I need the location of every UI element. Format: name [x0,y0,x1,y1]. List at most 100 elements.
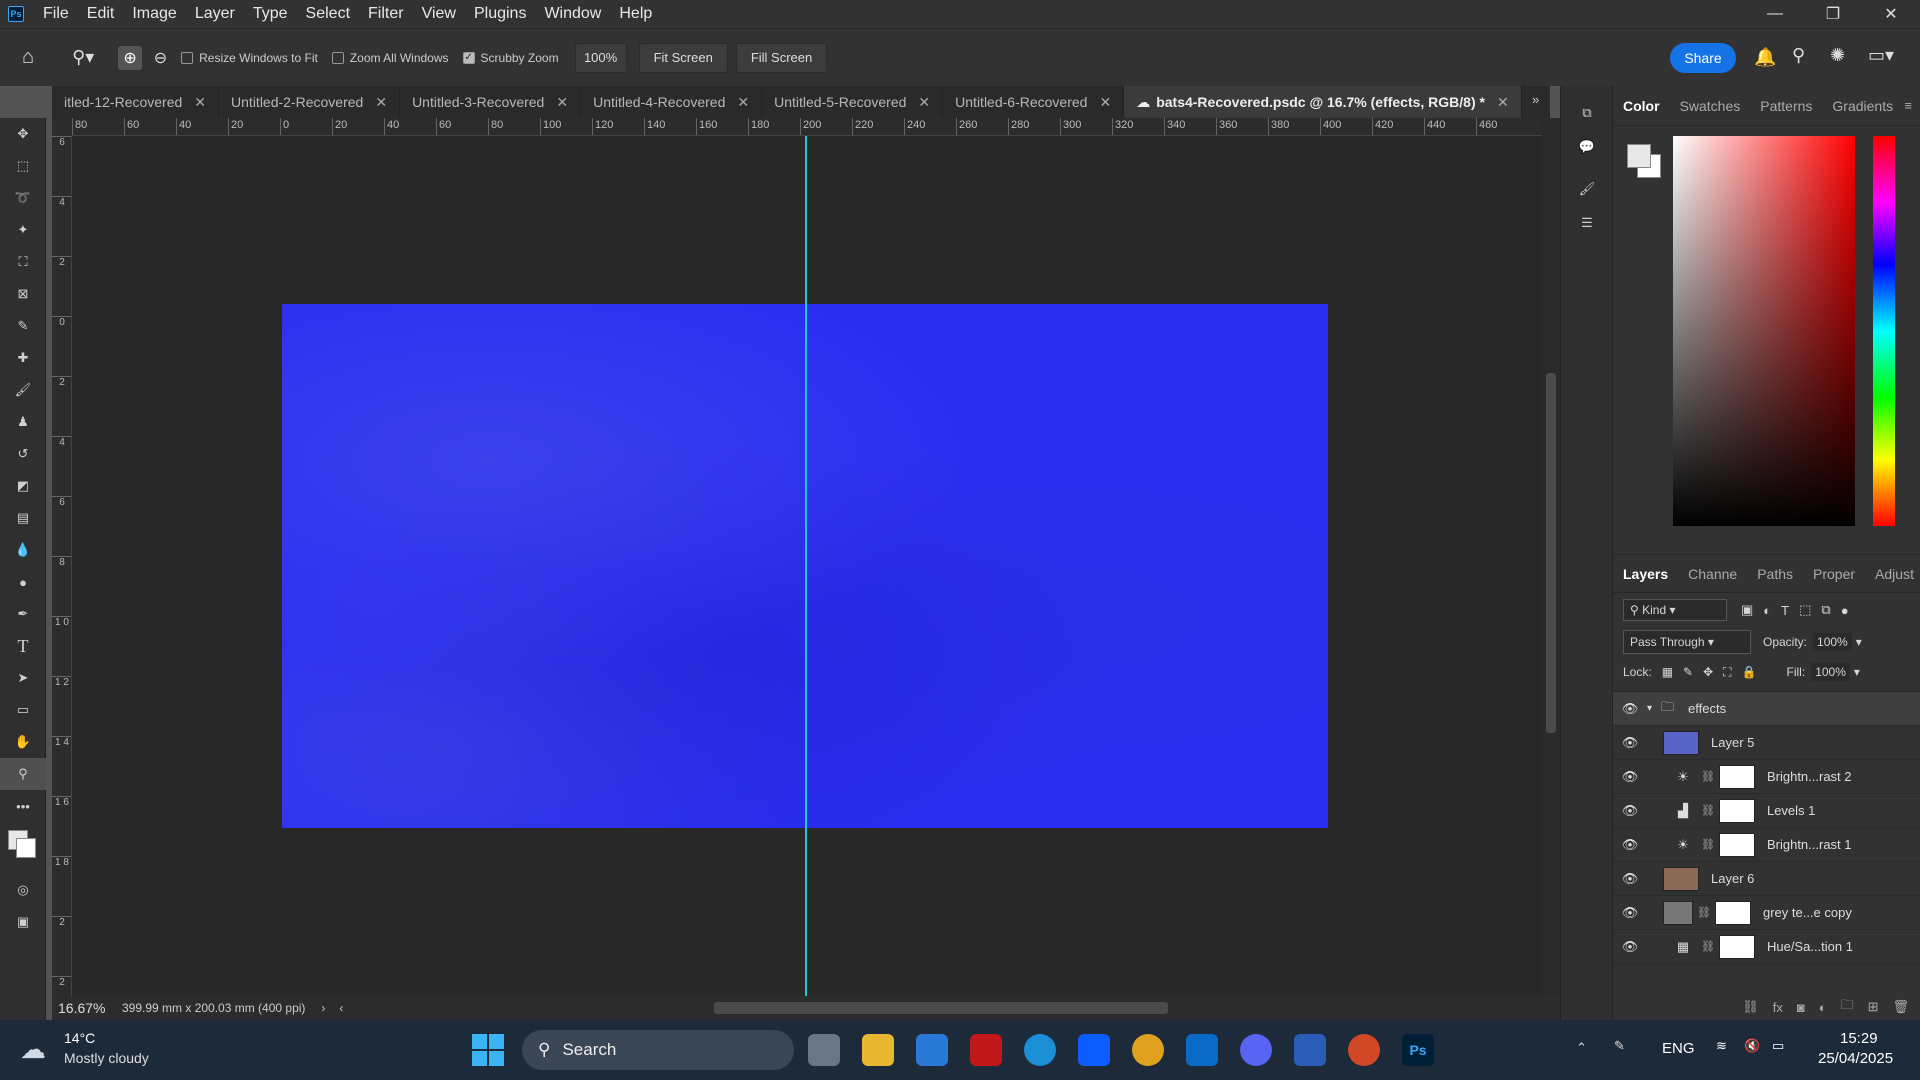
photoshop-taskbar-icon[interactable]: Ps [1402,1034,1434,1066]
tab-layers[interactable]: Layers [1613,566,1678,582]
weather-desc[interactable]: Mostly cloudy [64,1050,149,1066]
close-icon[interactable]: ✕ [556,94,568,111]
layer-row[interactable]: 👁 ⛓ grey te...e copy [1613,896,1920,930]
lock-transparency-icon[interactable]: ▦ [1662,665,1673,679]
color-picker-field[interactable] [1673,136,1855,526]
visibility-eye-icon[interactable]: 👁 [1613,735,1647,751]
language-indicator[interactable]: ENG [1662,1040,1695,1057]
battery-icon[interactable]: ▭ [1772,1038,1784,1054]
history-brush-icon[interactable]: ↺ [0,438,46,470]
eyedropper-tool-icon[interactable]: ✎ [0,310,46,342]
zoom-in-icon[interactable]: ⊕ [118,45,142,70]
chevron-up-icon[interactable]: ⌃ [1576,1040,1587,1056]
weather-temp[interactable]: 14°C [64,1030,95,1046]
brush-settings-icon[interactable]: 🖌 [1561,172,1613,206]
close-icon[interactable]: ✕ [737,94,749,111]
tab-properties[interactable]: Proper [1803,566,1865,582]
menu-select[interactable]: Select [297,5,359,23]
screen-mode-icon[interactable]: ▣ [0,906,46,938]
marquee-tool-icon[interactable]: ⬚ [0,150,46,182]
frame-tool-icon[interactable]: ⊠ [0,278,46,310]
task-view-icon[interactable] [808,1034,840,1066]
panel-menu-icon[interactable]: ≡ [1904,98,1912,113]
lock-artboard-icon[interactable]: ⛶ [1723,665,1731,680]
stamp-tool-icon[interactable]: ♟ [0,406,46,438]
color-swatches[interactable] [0,822,45,874]
crop-tool-icon[interactable]: ⛶ [0,246,46,278]
zoom-out-icon[interactable]: ⊖ [154,48,167,68]
fill-field[interactable]: 100% [1811,663,1850,681]
chevron-down-icon[interactable]: ▾ [1647,703,1661,714]
vertical-scroll-thumb[interactable] [1546,373,1556,733]
tab-document[interactable]: Untitled-5-Recovered ✕ [762,86,944,118]
close-window-button[interactable]: ✕ [1862,0,1920,28]
path-selection-icon[interactable]: ➤ [0,662,46,694]
more-tools-icon[interactable]: ••• [0,790,46,822]
pen-icon[interactable]: ✎ [1614,1038,1625,1054]
rectangle-tool-icon[interactable]: ▭ [0,694,46,726]
tab-document[interactable]: Untitled-6-Recovered ✕ [943,86,1125,118]
filter-kind-select[interactable]: ⚲ Kind ▾ [1623,599,1727,621]
brush-tool-icon[interactable]: 🖌 [0,374,46,406]
layer-row[interactable]: 👁 ▦ ⛓ Hue/Sa...tion 1 [1613,930,1920,964]
background-color-swatch[interactable] [16,838,36,858]
type-filter-icon[interactable]: T [1781,603,1789,618]
tab-document[interactable]: itled-12-Recovered ✕ [52,86,220,118]
layer-mask-thumbnail[interactable] [1718,934,1755,959]
workspace-icon[interactable]: ▭▾ [1868,45,1894,66]
adjustment-filter-icon[interactable]: ◐ [1763,603,1771,618]
layer-group-row[interactable]: 👁 ▾ 🗀 effects [1613,692,1920,726]
chevron-left-icon[interactable]: ‹ [339,1001,343,1015]
zoom-tool-preset-icon[interactable]: ⚲▾ [72,47,94,68]
chevron-right-icon[interactable]: › [321,1001,325,1015]
search-icon[interactable]: ⚲ [1792,45,1805,66]
menu-edit[interactable]: Edit [78,5,124,23]
outlook-icon[interactable] [1186,1034,1218,1066]
vertical-scrollbar[interactable] [1542,118,1560,996]
tab-document[interactable]: Untitled-3-Recovered ✕ [400,86,582,118]
close-icon[interactable]: ✕ [194,94,206,111]
more-tabs-icon[interactable]: » [1532,92,1539,107]
tab-color[interactable]: Color [1613,98,1670,114]
file-explorer-icon[interactable] [862,1034,894,1066]
edge-browser-icon[interactable] [1024,1034,1056,1066]
move-tool-icon[interactable]: ✥ [0,118,46,150]
close-icon[interactable]: ✕ [375,94,387,111]
menu-file[interactable]: File [34,5,78,23]
tab-patterns[interactable]: Patterns [1750,98,1822,114]
zoom-level[interactable]: 16.67% [58,1000,110,1016]
menu-view[interactable]: View [413,5,465,23]
windows-start-icon[interactable] [472,1034,504,1066]
fx-icon[interactable]: fx [1773,1000,1783,1015]
layer-mask-thumbnail[interactable] [1718,832,1755,857]
discover-light-icon[interactable]: ✺ [1830,45,1845,66]
adjustment-layer-icon[interactable]: ◐ [1819,1000,1827,1015]
vertical-guide[interactable] [805,136,807,996]
layer-row[interactable]: 👁 ▟ ⛓ Levels 1 [1613,794,1920,828]
scrubby-zoom-checkbox[interactable]: ✓ Scrubby Zoom [462,51,559,65]
minimize-button[interactable]: — [1746,0,1804,28]
visibility-eye-icon[interactable]: 👁 [1613,905,1647,921]
layer-mask-thumbnail[interactable] [1718,764,1755,789]
layer-row[interactable]: 👁 Layer 6 [1613,862,1920,896]
layer-mask-thumbnail[interactable] [1718,798,1755,823]
comments-panel-icon[interactable]: 💬 [1561,130,1613,164]
visibility-eye-icon[interactable]: 👁 [1613,803,1647,819]
menu-help[interactable]: Help [610,5,661,23]
add-mask-icon[interactable]: ◙ [1797,1000,1805,1015]
link-layers-icon[interactable]: ⛓ [1742,999,1759,1015]
fill-screen-button[interactable]: Fill Screen [735,42,828,73]
history-panel-icon[interactable]: ⧉ [1561,96,1613,130]
tab-swatches[interactable]: Swatches [1670,98,1751,114]
adjustments-panel-icon[interactable]: ☰ [1561,206,1613,240]
zoom-percent-field[interactable]: 100% [574,42,627,73]
menu-window[interactable]: Window [535,5,610,23]
blend-mode-select[interactable]: Pass Through ▾ [1623,630,1751,654]
layer-mask-thumbnail[interactable] [1714,900,1751,925]
volume-muted-icon[interactable]: 🔇 [1744,1038,1760,1054]
taskbar-search[interactable]: ⚲ Search [522,1030,794,1070]
visibility-eye-icon[interactable]: 👁 [1613,701,1647,717]
foreground-swatch[interactable] [1627,144,1651,168]
new-layer-icon[interactable]: ⊞ [1868,999,1879,1015]
eraser-tool-icon[interactable]: ◩ [0,470,46,502]
